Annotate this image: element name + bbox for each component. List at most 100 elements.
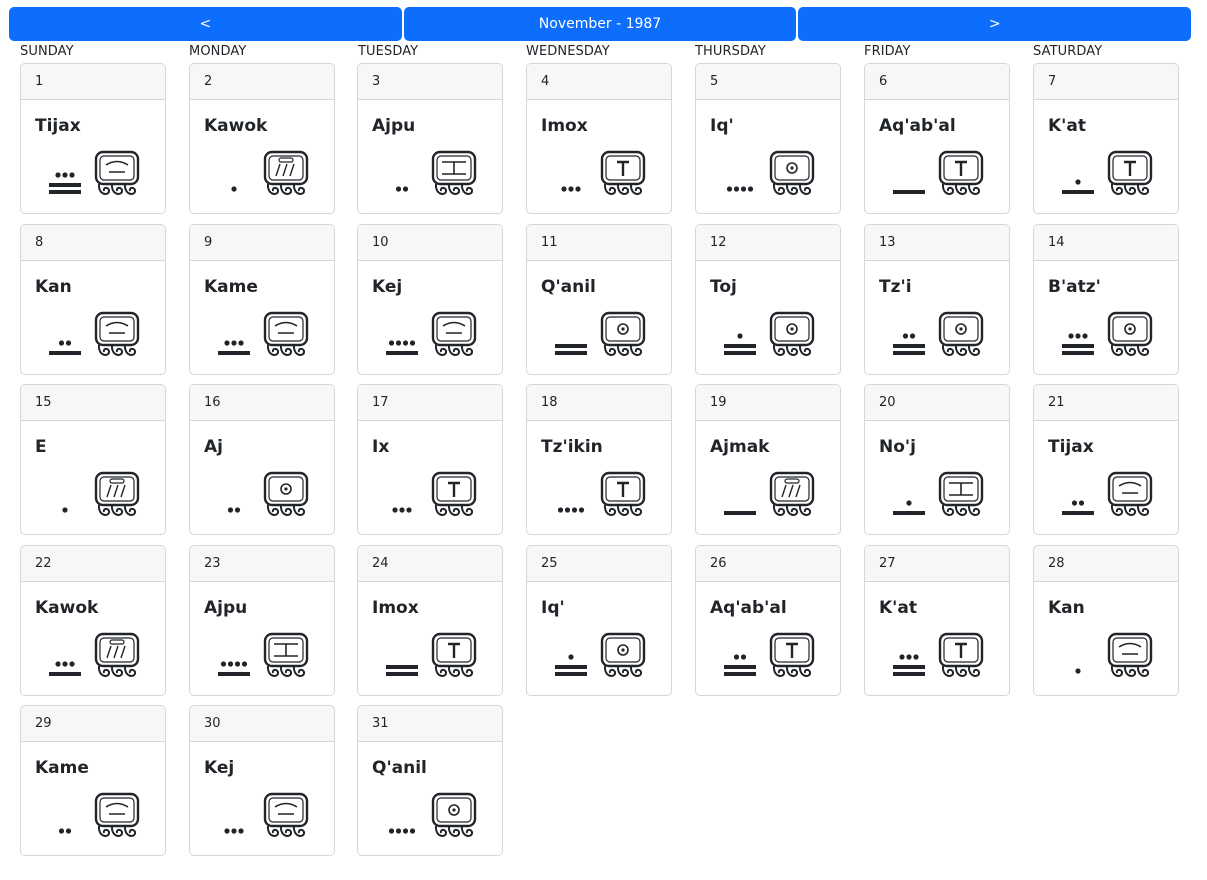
day-cell[interactable]: 11 Q'anil — [526, 224, 672, 375]
day-cell[interactable]: 29 Kame — [20, 705, 166, 856]
day-number: 18 — [527, 385, 671, 421]
nawal-name: Q'anil — [541, 277, 596, 297]
day-cell[interactable]: 20 No'j — [864, 384, 1010, 535]
maya-number-icon — [227, 507, 241, 513]
day-number: 4 — [527, 64, 671, 100]
nawal-name: No'j — [879, 437, 916, 457]
maya-number-icon — [1075, 668, 1081, 674]
nawal-name: Ajpu — [204, 598, 248, 618]
day-cell[interactable]: 27 K'at — [864, 545, 1010, 696]
day-cell[interactable]: 8 Kan — [20, 224, 166, 375]
day-cell[interactable]: 3 Ajpu — [357, 63, 503, 214]
nawal-name: K'at — [879, 598, 917, 618]
day-cell[interactable]: 19 Ajmak — [695, 384, 841, 535]
nawal-name: Tz'ikin — [541, 437, 603, 457]
day-number: 17 — [358, 385, 502, 421]
maya-number-icon — [49, 172, 81, 194]
nawal-name: Ix — [372, 437, 390, 457]
maya-number-icon — [49, 661, 81, 676]
maya-number-icon — [555, 654, 587, 676]
ajpu-glyph-icon — [431, 150, 477, 195]
day-cell[interactable]: 5 Iq' — [695, 63, 841, 214]
kawok-glyph-icon — [263, 150, 309, 195]
iq-glyph-icon — [769, 150, 815, 195]
tzikin-glyph-icon — [600, 471, 646, 516]
kame-glyph-icon — [263, 311, 309, 356]
day-cell[interactable]: 12 Toj — [695, 224, 841, 375]
maya-number-icon — [893, 333, 925, 355]
nawal-name: Ajpu — [372, 116, 416, 136]
day-cell[interactable]: 4 Imox — [526, 63, 672, 214]
nawal-name: Kawok — [204, 116, 268, 136]
day-number: 30 — [190, 706, 334, 742]
day-cell[interactable]: 21 Tijax — [1033, 384, 1179, 535]
maya-number-icon — [392, 507, 412, 513]
toj-glyph-icon — [769, 311, 815, 356]
day-number: 27 — [865, 546, 1009, 582]
day-number: 11 — [527, 225, 671, 261]
kan-glyph-icon — [1107, 632, 1153, 677]
day-number: 9 — [190, 225, 334, 261]
day-number: 31 — [358, 706, 502, 742]
maya-number-icon — [218, 340, 250, 355]
nawal-name: Iq' — [710, 116, 734, 136]
day-number: 14 — [1034, 225, 1178, 261]
nawal-name: Q'anil — [372, 758, 427, 778]
day-cell[interactable]: 6 Aq'ab'al — [864, 63, 1010, 214]
maya-number-icon — [893, 190, 925, 194]
day-cell[interactable]: 24 Imox — [357, 545, 503, 696]
maya-number-icon — [557, 507, 585, 513]
maya-number-icon — [388, 828, 416, 834]
maya-number-icon — [58, 828, 72, 834]
nawal-name: Iq' — [541, 598, 565, 618]
nawal-name: Kan — [1048, 598, 1085, 618]
maya-number-icon — [724, 654, 756, 676]
day-number: 12 — [696, 225, 840, 261]
calendar-grid: 1 Tijax 2 Kawok 3 Ajpu 4 Imox 5 Iq' 6 Aq'ab'al 7 K'at… — [0, 0, 1207, 880]
day-number: 15 — [21, 385, 165, 421]
day-cell[interactable]: 23 Ajpu — [189, 545, 335, 696]
day-number: 3 — [358, 64, 502, 100]
day-cell[interactable]: 17 Ix — [357, 384, 503, 535]
day-cell[interactable]: 18 Tz'ikin — [526, 384, 672, 535]
day-cell[interactable]: 9 Kame — [189, 224, 335, 375]
day-cell[interactable]: 30 Kej — [189, 705, 335, 856]
day-cell[interactable]: 25 Iq' — [526, 545, 672, 696]
nawal-name: Kame — [204, 277, 258, 297]
maya-number-icon — [231, 186, 237, 192]
nawal-name: Ajmak — [710, 437, 770, 457]
day-cell[interactable]: 15 E — [20, 384, 166, 535]
nawal-name: Aq'ab'al — [710, 598, 787, 618]
day-cell[interactable]: 10 Kej — [357, 224, 503, 375]
day-cell[interactable]: 13 Tz'i — [864, 224, 1010, 375]
day-number: 20 — [865, 385, 1009, 421]
maya-number-icon — [893, 500, 925, 515]
aqabal-glyph-icon — [938, 150, 984, 195]
day-cell[interactable]: 2 Kawok — [189, 63, 335, 214]
tijax-glyph-icon — [94, 150, 140, 195]
day-cell[interactable]: 1 Tijax — [20, 63, 166, 214]
e-glyph-icon — [94, 471, 140, 516]
day-cell[interactable]: 31 Q'anil — [357, 705, 503, 856]
day-number: 23 — [190, 546, 334, 582]
maya-number-icon — [561, 186, 581, 192]
maya-number-icon — [724, 333, 756, 355]
day-cell[interactable]: 7 K'at — [1033, 63, 1179, 214]
day-cell[interactable]: 26 Aq'ab'al — [695, 545, 841, 696]
nawal-name: Kan — [35, 277, 72, 297]
nawal-name: Tz'i — [879, 277, 912, 297]
day-cell[interactable]: 28 Kan — [1033, 545, 1179, 696]
maya-number-icon — [1062, 333, 1094, 355]
nawal-name: Tijax — [1048, 437, 1094, 457]
maya-number-icon — [726, 186, 754, 192]
day-number: 24 — [358, 546, 502, 582]
day-cell[interactable]: 16 Aj — [189, 384, 335, 535]
maya-number-icon — [62, 507, 68, 513]
day-cell[interactable]: 14 B'atz' — [1033, 224, 1179, 375]
day-number: 8 — [21, 225, 165, 261]
day-cell[interactable]: 22 Kawok — [20, 545, 166, 696]
day-number: 1 — [21, 64, 165, 100]
imox-glyph-icon — [600, 150, 646, 195]
nawal-name: Imox — [372, 598, 419, 618]
maya-number-icon — [555, 344, 587, 355]
